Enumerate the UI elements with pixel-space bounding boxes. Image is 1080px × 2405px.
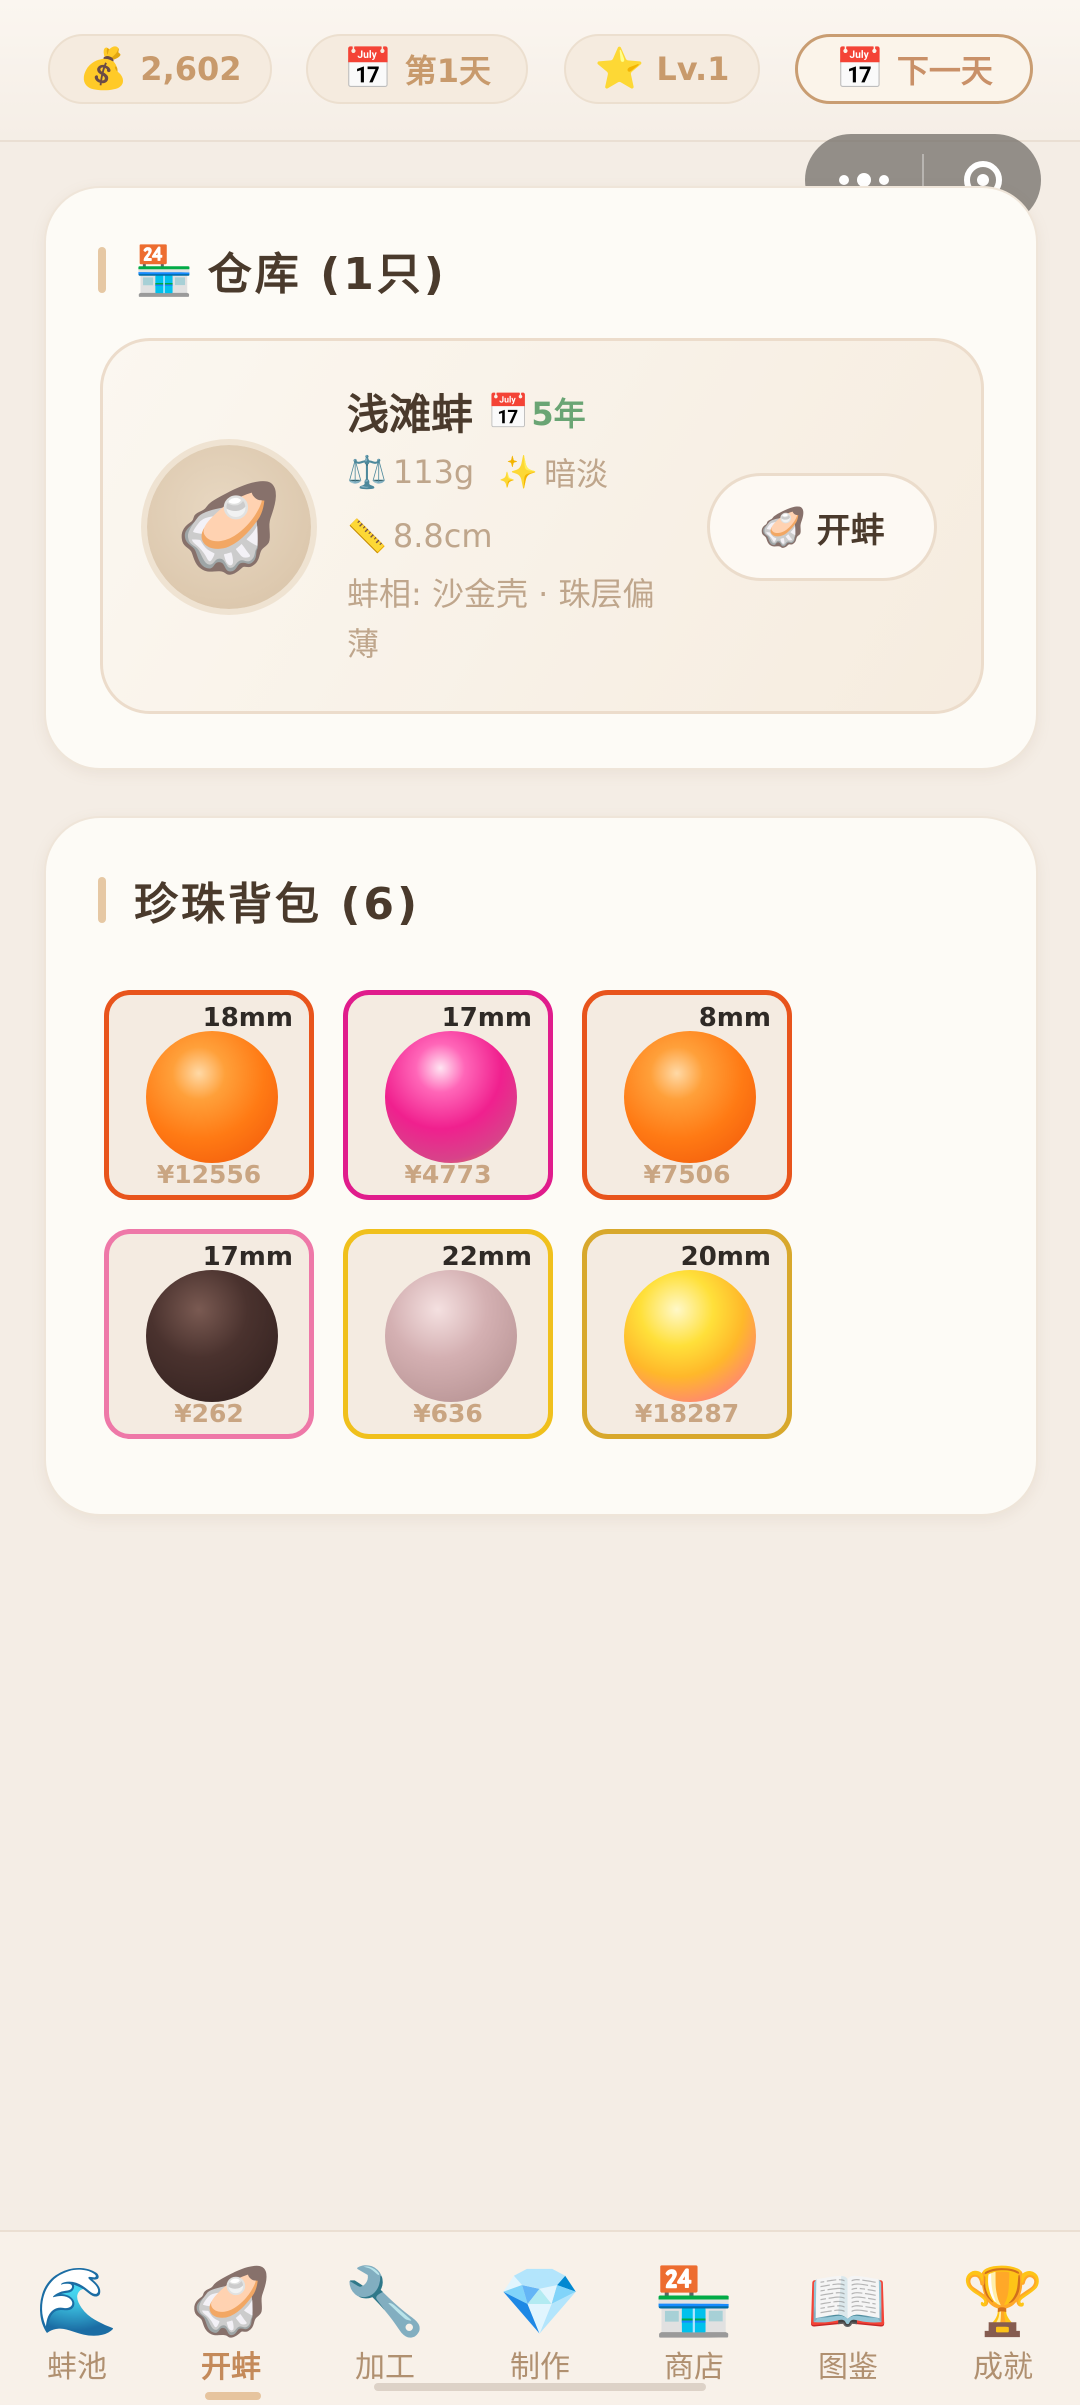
nav-label: 制作 [510, 2350, 570, 2385]
pearl-size: 20mm [680, 1242, 771, 1272]
nav-item-process[interactable]: 🔧 加工 [308, 2232, 462, 2405]
coins-counter: 💰 2,602 [48, 34, 272, 104]
sparkle-icon: ✨ [498, 453, 539, 491]
clam-length-row: 📏 8.8cm [347, 517, 493, 555]
ruler-icon: 📏 [347, 517, 387, 555]
coins-value: 2,602 [140, 50, 242, 88]
pearl-item[interactable]: 22mm ¥636 [343, 1229, 553, 1439]
clam-stats-row: ⚖️ 113g ✨ 暗淡 [347, 449, 608, 495]
store-icon: 🏪 [652, 2263, 736, 2340]
nav-label: 开蚌 [201, 2350, 261, 2385]
more-dots-icon [838, 175, 849, 185]
nav-item-craft[interactable]: 💎 制作 [463, 2232, 617, 2405]
nav-label: 加工 [355, 2350, 415, 2385]
calendar-icon: 📅 [835, 46, 885, 92]
level-badge: ⭐ Lv.1 [564, 34, 760, 104]
nav-item-achievements[interactable]: 🏆 成就 [926, 2232, 1080, 2405]
pearl-icon [385, 1270, 517, 1402]
gem-icon: 💎 [498, 2263, 582, 2340]
pearl-size: 22mm [441, 1242, 532, 1272]
oyster-icon: 🦪 [759, 504, 807, 549]
clam-weight: 113g [392, 453, 475, 491]
scale-icon: ⚖️ [347, 453, 387, 491]
level-label: Lv.1 [656, 50, 730, 88]
clam-name-row: 浅滩蚌 📅 5年 [347, 381, 586, 442]
nav-item-open-clam[interactable]: 🦪 开蚌 [154, 2232, 308, 2405]
warehouse-title: 仓库 (1只) [207, 249, 447, 300]
nav-label: 成就 [973, 2350, 1033, 2385]
calendar-icon: 📅 [342, 46, 393, 92]
clam-appearance: 蚌相: 沙金壳 · 珠层偏薄 [347, 575, 655, 663]
pearl-price: ¥262 [174, 1399, 244, 1428]
pearl-item[interactable]: 17mm ¥4773 [343, 990, 553, 1200]
pearl-price: ¥18287 [634, 1399, 740, 1428]
pearl-icon [146, 1031, 278, 1163]
top-stats-bar: 💰 2,602 📅 第1天 ⭐ Lv.1 📅 下一天 [0, 0, 1080, 142]
pearl-size: 17mm [202, 1242, 293, 1272]
trophy-icon: 🏆 [961, 2263, 1045, 2340]
next-day-label: 下一天 [896, 52, 993, 90]
open-clam-label: 开蚌 [816, 510, 885, 551]
active-tab-indicator [205, 2392, 261, 2400]
pearl-price: ¥7506 [643, 1160, 731, 1189]
nav-item-shop[interactable]: 🏪 商店 [617, 2232, 771, 2405]
next-day-button[interactable]: 📅 下一天 [795, 34, 1033, 104]
book-icon: 📖 [806, 2263, 890, 2340]
pearl-size: 18mm [202, 1003, 293, 1033]
warehouse-header: 🏪 仓库 (1只) [98, 238, 447, 302]
pearl-price: ¥12556 [156, 1160, 262, 1189]
pearl-size: 8mm [698, 1003, 771, 1033]
oyster-icon: 🦪 [147, 445, 311, 609]
nav-label: 蚌池 [47, 2350, 107, 2385]
pearl-item[interactable]: 17mm ¥262 [104, 1229, 314, 1439]
pearl-item[interactable]: 18mm ¥12556 [104, 990, 314, 1200]
calendar-icon: 📅 [487, 391, 530, 432]
warehouse-card: 🏪 仓库 (1只) 🦪 浅滩蚌 📅 5年 ⚖️ 113g ✨ 暗淡 📏 8.8c… [44, 186, 1038, 770]
bottom-nav: 🌊 蚌池 🦪 开蚌 🔧 加工 💎 制作 🏪 商店 📖 图鉴 🏆 成就 [0, 2230, 1080, 2405]
clam-luster: 暗淡 [544, 455, 609, 493]
day-label: 第1天 [404, 52, 492, 90]
clam-length: 8.8cm [392, 517, 493, 555]
open-clam-button[interactable]: 🦪 开蚌 [707, 473, 937, 581]
pearl-item[interactable]: 8mm ¥7506 [582, 990, 792, 1200]
clam-item[interactable]: 🦪 浅滩蚌 📅 5年 ⚖️ 113g ✨ 暗淡 📏 8.8cm 蚌相: 沙金壳 … [100, 338, 984, 714]
nav-item-collection[interactable]: 📖 图鉴 [771, 2232, 925, 2405]
pearl-size: 17mm [441, 1003, 532, 1033]
pearl-bag-card: 珍珠背包 (6) 18mm ¥12556 17mm ¥4773 8mm ¥7506 17mm… [44, 816, 1038, 1516]
clam-age: 📅 5年 [487, 391, 586, 433]
day-counter: 📅 第1天 [306, 34, 528, 104]
money-bag-icon: 💰 [78, 46, 129, 92]
pearl-price: ¥4773 [404, 1160, 492, 1189]
nav-label: 图鉴 [818, 2350, 878, 2385]
pearl-icon [385, 1031, 517, 1163]
nav-item-pond[interactable]: 🌊 蚌池 [0, 2232, 154, 2405]
wave-icon: 🌊 [35, 2263, 119, 2340]
pearl-icon [624, 1031, 756, 1163]
pearl-item[interactable]: 20mm ¥18287 [582, 1229, 792, 1439]
nav-label: 商店 [664, 2350, 724, 2385]
pearl-price: ¥636 [413, 1399, 483, 1428]
store-icon: 🏪 [134, 242, 194, 299]
pearl-icon [624, 1270, 756, 1402]
pearl-bag-title: 珍珠背包 (6) [134, 879, 421, 930]
pearl-bag-header: 珍珠背包 (6) [98, 868, 420, 932]
pearl-icon [146, 1270, 278, 1402]
oyster-icon: 🦪 [189, 2263, 273, 2340]
clam-name: 浅滩蚌 [347, 390, 474, 439]
home-indicator [374, 2383, 706, 2391]
star-icon: ⭐ [594, 46, 645, 92]
wrench-icon: 🔧 [343, 2263, 427, 2340]
